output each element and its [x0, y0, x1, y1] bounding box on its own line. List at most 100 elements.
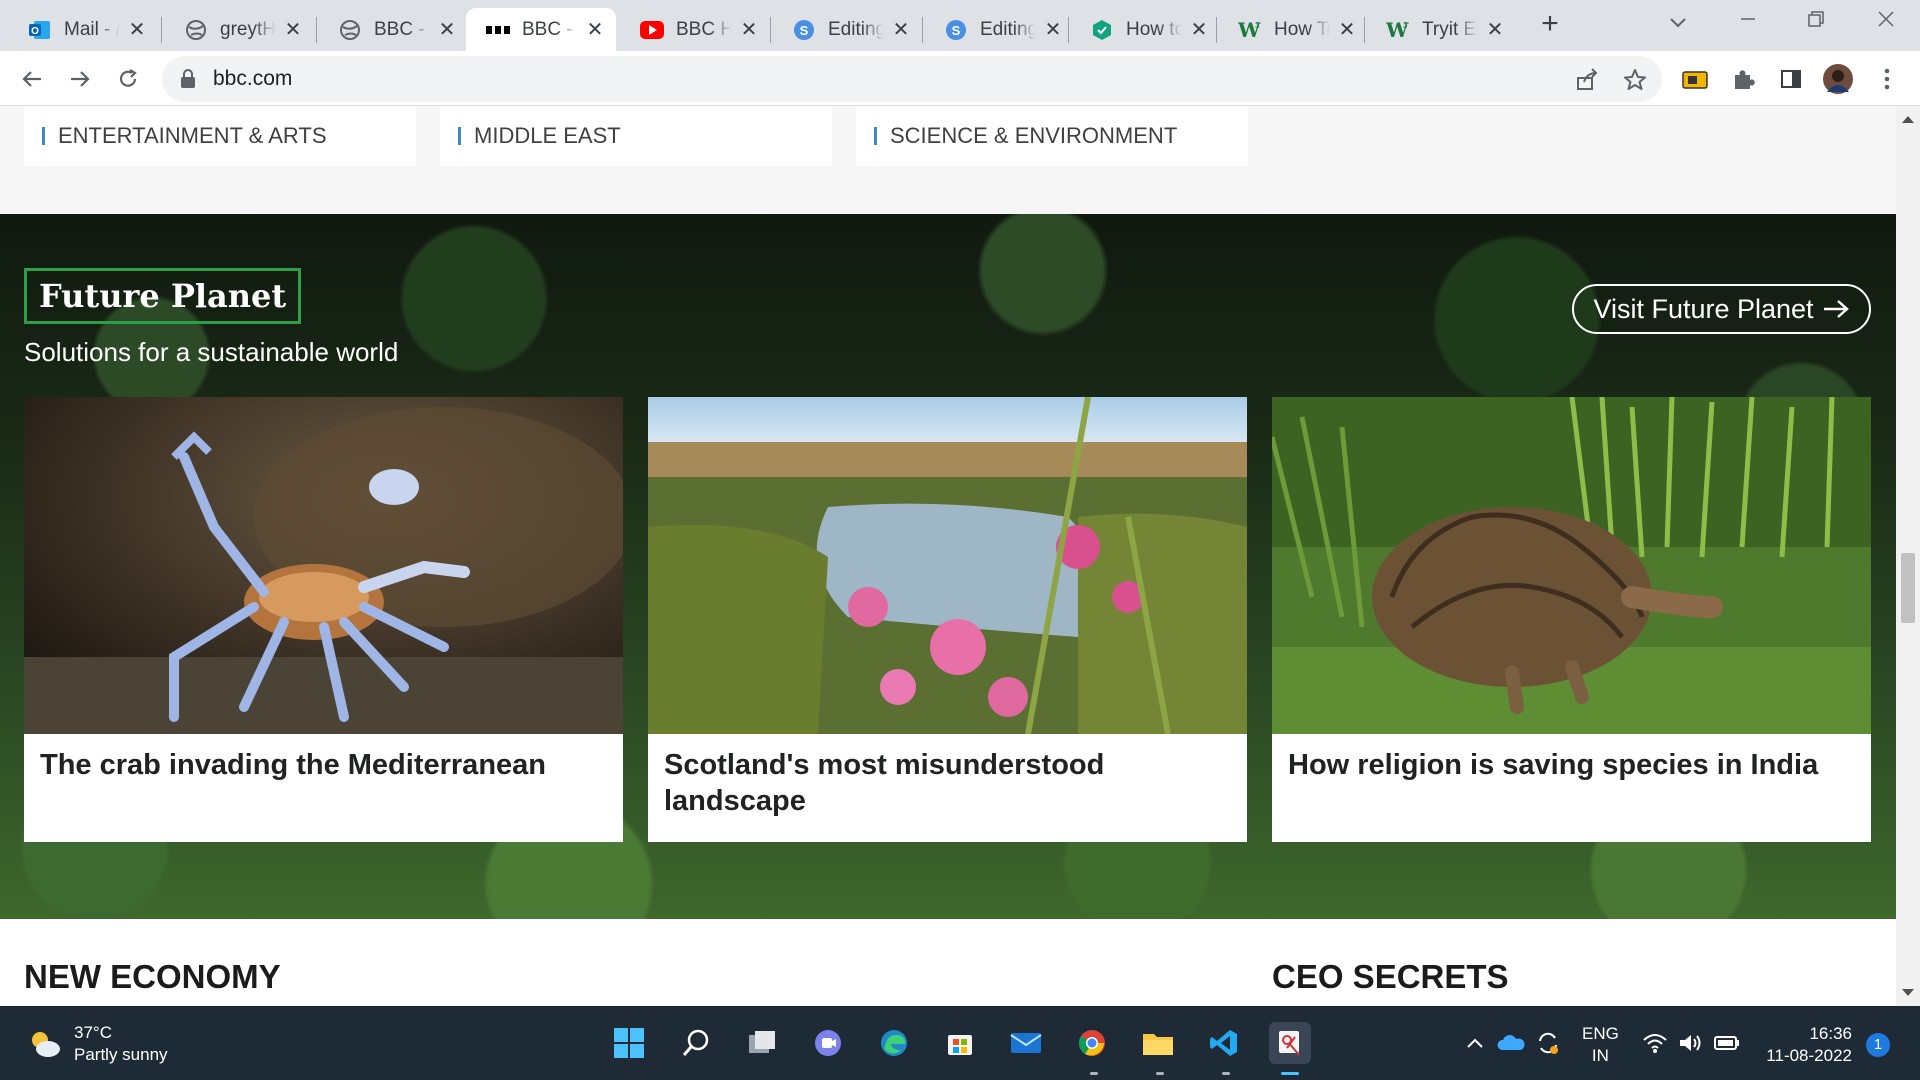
tab-strip: O Mail - / ✕ greytH ✕ BBC - I ✕ BBC - I …	[0, 0, 1920, 51]
tab-editing-2[interactable]: S Editing ✕	[924, 8, 1074, 51]
tab-title: greytH	[220, 18, 276, 40]
tab-bbc-active[interactable]: BBC - I ✕	[466, 8, 616, 51]
battery-icon[interactable]	[1712, 1028, 1742, 1058]
lang-line2: IN	[1591, 1046, 1609, 1065]
close-icon[interactable]: ✕	[890, 19, 912, 41]
weather-temp: 37°C	[74, 1023, 112, 1042]
close-icon[interactable]: ✕	[1188, 19, 1210, 41]
side-panel-icon[interactable]	[1776, 64, 1806, 94]
menu-kebab-icon[interactable]	[1872, 64, 1902, 94]
close-icon[interactable]: ✕	[436, 19, 458, 41]
restore-icon[interactable]	[1802, 8, 1830, 36]
teams-chat-icon[interactable]	[807, 1022, 849, 1064]
close-icon[interactable]: ✕	[738, 19, 760, 41]
close-icon[interactable]: ✕	[1042, 19, 1064, 41]
story-title[interactable]: Scotland's most misunderstood landscape	[664, 747, 1234, 819]
profile-avatar[interactable]	[1823, 64, 1853, 94]
chevron-up-icon[interactable]	[1460, 1028, 1490, 1058]
outlook-icon: O	[28, 18, 52, 42]
close-icon[interactable]: ✕	[282, 19, 304, 41]
forward-icon[interactable]	[62, 61, 98, 97]
start-icon[interactable]	[608, 1022, 650, 1064]
scroll-down-icon[interactable]	[1902, 989, 1914, 996]
mail-icon[interactable]	[1005, 1022, 1047, 1064]
topic-bar	[458, 127, 461, 145]
tab-title: How to	[1126, 18, 1182, 40]
tab-editing-1[interactable]: S Editing ✕	[772, 8, 922, 51]
browser-toolbar: bbc.com	[0, 51, 1920, 106]
topic-science-environment[interactable]: SCIENCE & ENVIRONMENT	[856, 106, 1248, 166]
story-card[interactable]: Scotland's most misunderstood landscape	[648, 397, 1247, 842]
reload-icon[interactable]	[110, 61, 146, 97]
pangolin-image[interactable]	[1272, 397, 1871, 734]
new-tab-button[interactable]: +	[1536, 9, 1564, 39]
address-bar[interactable]: bbc.com	[162, 56, 1662, 102]
close-icon[interactable]: ✕	[1484, 19, 1506, 41]
scroll-up-icon[interactable]	[1902, 116, 1914, 123]
bookmark-star-icon[interactable]	[1622, 67, 1648, 93]
svg-text:O: O	[31, 26, 39, 37]
section-heading-ceo-secrets[interactable]: CEO SECRETS	[1272, 958, 1509, 996]
close-icon[interactable]: ✕	[584, 19, 606, 41]
snipping-tool-icon[interactable]	[1269, 1022, 1311, 1064]
tab-bbc-1[interactable]: BBC - I ✕	[318, 8, 468, 51]
wikihow-icon: W3	[1386, 18, 1410, 42]
topic-list: ENTERTAINMENT & ARTS MIDDLE EAST SCIENCE…	[0, 106, 1896, 214]
visit-future-planet-button[interactable]: Visit Future Planet	[1572, 284, 1871, 334]
tab-greyth[interactable]: greytH ✕	[164, 8, 314, 51]
vscode-icon[interactable]	[1203, 1022, 1245, 1064]
running-indicator	[1090, 1072, 1098, 1075]
windows-taskbar: 37°C Partly sunny ENG IN 16:36 11-08-202…	[0, 1006, 1920, 1080]
store-icon[interactable]	[939, 1022, 981, 1064]
onedrive-icon[interactable]	[1496, 1028, 1526, 1058]
tab-tryit[interactable]: W3 Tryit Ec ✕	[1366, 8, 1516, 51]
back-icon[interactable]	[14, 61, 50, 97]
window-close-icon[interactable]	[1872, 8, 1900, 36]
globe-icon	[184, 18, 208, 42]
tab-how-to-2[interactable]: W3 How To ✕	[1218, 8, 1368, 51]
svg-text:S: S	[800, 23, 809, 38]
share-icon[interactable]	[1574, 67, 1600, 93]
topic-middle-east[interactable]: MIDDLE EAST	[440, 106, 832, 166]
tab-separator	[1216, 17, 1217, 43]
extensions-puzzle-icon[interactable]	[1728, 64, 1758, 94]
page-scrollbar[interactable]	[1896, 106, 1920, 1006]
svg-text:3: 3	[1255, 21, 1260, 30]
edge-icon[interactable]	[873, 1022, 915, 1064]
weather-widget[interactable]: 37°C Partly sunny	[28, 1022, 168, 1066]
story-card[interactable]: The crab invading the Mediterranean	[24, 397, 623, 842]
minimize-icon[interactable]	[1734, 8, 1762, 36]
story-title[interactable]: How religion is saving species in India	[1288, 747, 1858, 783]
visit-label: Visit Future Planet	[1593, 293, 1814, 324]
future-planet-logo[interactable]: Future Planet	[24, 268, 302, 324]
section-heading-new-economy[interactable]: NEW ECONOMY	[24, 958, 281, 996]
page-bottom-area	[0, 919, 1896, 1006]
extension-icon[interactable]	[1680, 64, 1710, 94]
notification-badge[interactable]: 1	[1866, 1033, 1890, 1057]
landscape-image[interactable]	[648, 397, 1247, 734]
wifi-icon[interactable]	[1640, 1028, 1670, 1058]
close-icon[interactable]: ✕	[1336, 19, 1358, 41]
task-view-icon[interactable]	[741, 1022, 783, 1064]
tab-separator	[316, 17, 317, 43]
tab-search-icon[interactable]	[1664, 8, 1692, 36]
tab-mail[interactable]: O Mail - / ✕	[8, 8, 158, 51]
file-explorer-icon[interactable]	[1137, 1022, 1179, 1064]
tab-youtube[interactable]: BBC H ✕	[620, 8, 770, 51]
clock[interactable]: 16:36 11-08-2022	[1756, 1023, 1852, 1067]
crab-image[interactable]	[24, 397, 623, 734]
tab-how-to-1[interactable]: How to ✕	[1070, 8, 1220, 51]
story-card[interactable]: How religion is saving species in India	[1272, 397, 1871, 842]
wikihow-icon: W3	[1238, 18, 1262, 42]
svg-text:3: 3	[1403, 21, 1408, 30]
search-icon[interactable]	[675, 1022, 717, 1064]
sync-icon[interactable]	[1533, 1028, 1563, 1058]
language-indicator[interactable]: ENG IN	[1582, 1023, 1619, 1067]
chrome-icon[interactable]	[1071, 1022, 1113, 1064]
close-icon[interactable]: ✕	[126, 19, 148, 41]
scrollbar-thumb[interactable]	[1901, 553, 1915, 623]
volume-icon[interactable]	[1676, 1028, 1706, 1058]
tab-separator	[922, 17, 923, 43]
story-title[interactable]: The crab invading the Mediterranean	[40, 747, 610, 783]
topic-entertainment-arts[interactable]: ENTERTAINMENT & ARTS	[24, 106, 416, 166]
